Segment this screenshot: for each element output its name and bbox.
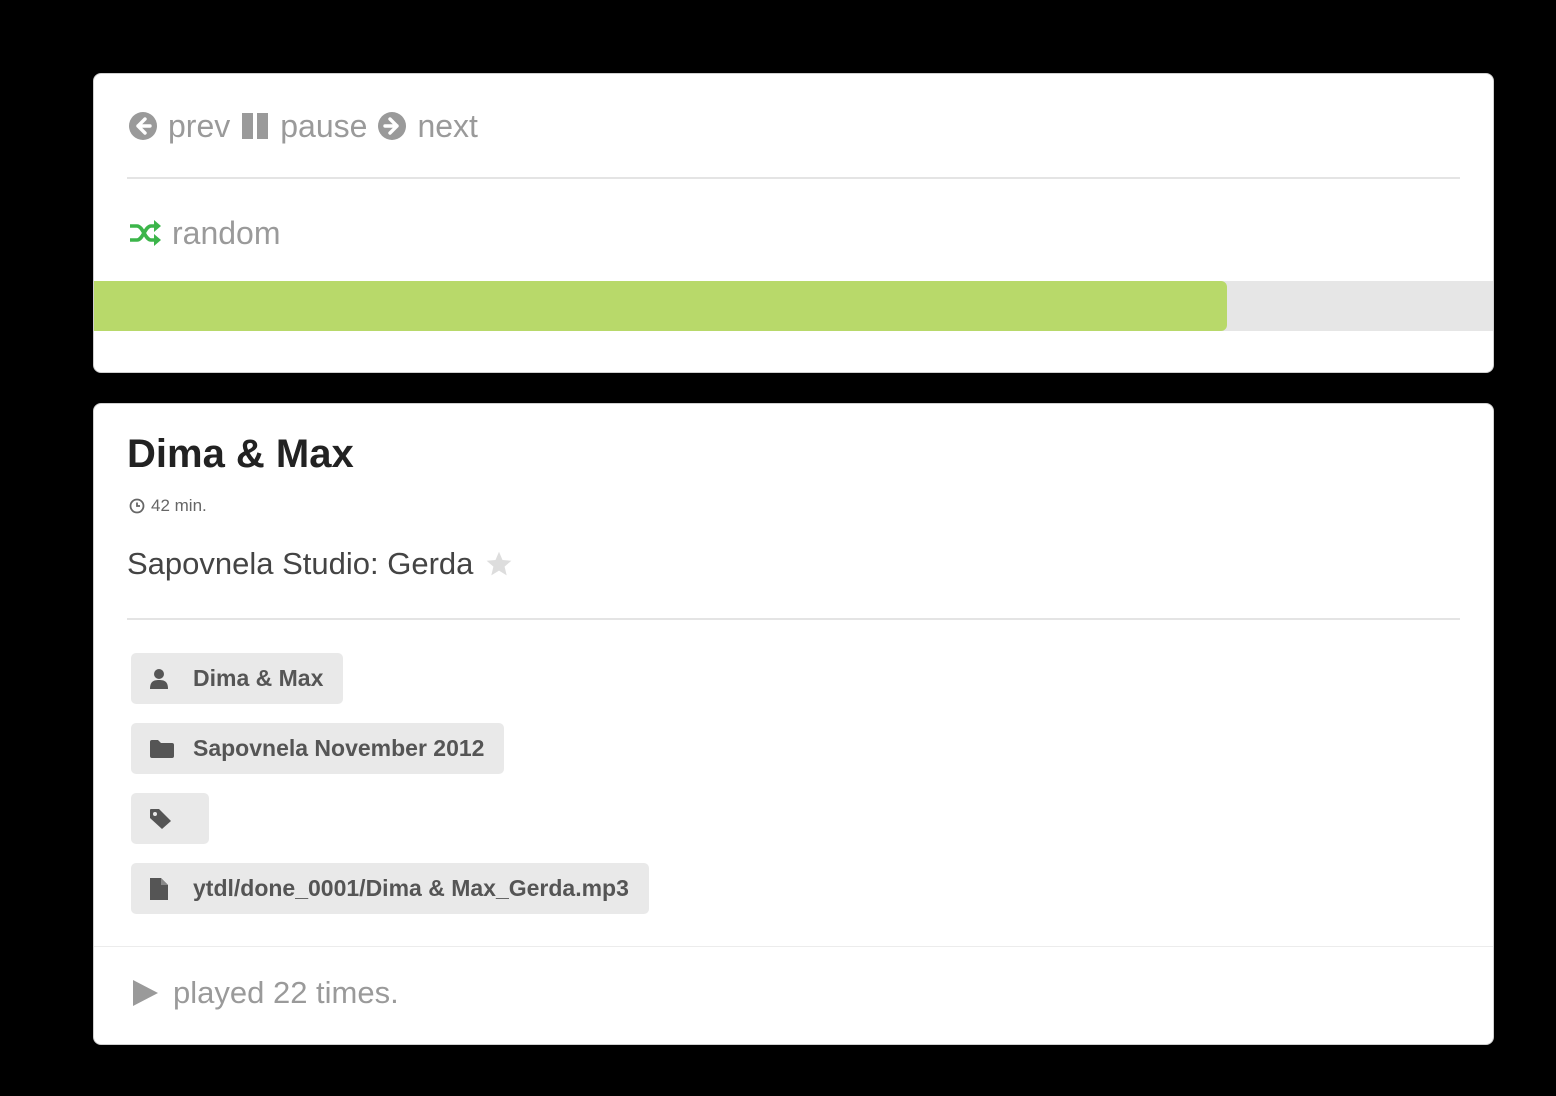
arrow-circle-left-icon	[129, 112, 157, 140]
subtitle-text: Sapovnela Studio: Gerda	[127, 546, 474, 581]
clock-icon	[129, 498, 145, 514]
star-icon[interactable]	[485, 550, 513, 578]
progress-bar-fill	[94, 281, 1228, 331]
tags-tag[interactable]	[131, 793, 209, 844]
pause-button[interactable]: pause	[240, 108, 367, 145]
file-tag[interactable]: ytdl/done_0001/Dima & Max_Gerda.mp3	[131, 863, 649, 914]
prev-button[interactable]: prev	[128, 108, 230, 145]
prev-label: prev	[168, 107, 231, 144]
track-subtitle: Sapovnela Studio: Gerda	[127, 546, 513, 582]
folder-icon	[149, 739, 177, 759]
track-duration: 42 min.	[129, 496, 207, 516]
playback-controls: prev pause next	[128, 104, 488, 148]
pause-label: pause	[280, 107, 368, 144]
play-count: played 22 times.	[131, 975, 399, 1011]
footer-divider	[94, 946, 1493, 947]
next-label: next	[417, 107, 478, 144]
play-count-text: played 22 times.	[173, 975, 399, 1010]
track-title: Dima & Max	[127, 432, 354, 476]
duration-text: 42 min.	[151, 496, 207, 515]
random-toggle[interactable]: random	[128, 211, 281, 255]
artist-label: Dima & Max	[193, 665, 324, 691]
random-label: random	[172, 214, 281, 251]
file-icon	[149, 877, 177, 901]
play-icon	[133, 980, 158, 1006]
file-path-label: ytdl/done_0001/Dima & Max_Gerda.mp3	[193, 875, 629, 901]
track-info-panel: Dima & Max 42 min. Sapovnela Studio: Ger…	[93, 403, 1494, 1045]
artist-tag[interactable]: Dima & Max	[131, 653, 344, 704]
shuffle-icon	[130, 220, 161, 246]
controls-divider	[127, 177, 1460, 179]
user-icon	[149, 668, 177, 690]
track-divider	[127, 618, 1460, 620]
album-tag[interactable]: Sapovnela November 2012	[131, 723, 505, 774]
album-label: Sapovnela November 2012	[193, 735, 485, 761]
next-button[interactable]: next	[377, 107, 478, 145]
pause-icon	[242, 113, 269, 139]
player-controls-panel: prev pause next random	[93, 73, 1494, 373]
progress-bar[interactable]	[94, 281, 1493, 331]
arrow-circle-right-icon	[378, 112, 407, 140]
tag-icon	[149, 808, 173, 830]
